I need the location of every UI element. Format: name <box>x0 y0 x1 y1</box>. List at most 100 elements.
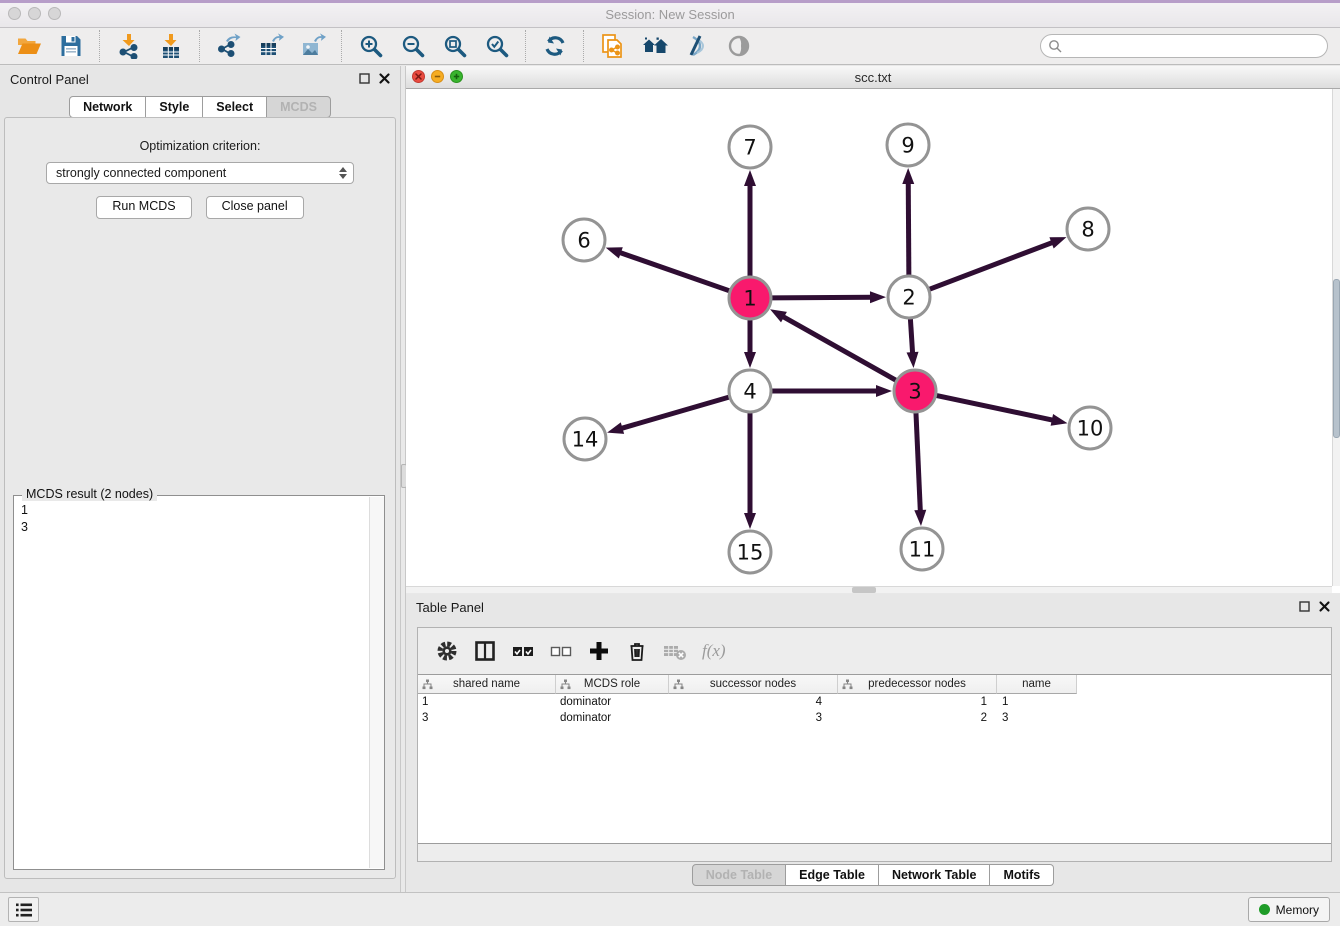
close-table-panel-icon[interactable] <box>1319 601 1330 612</box>
graph-node-label: 7 <box>743 136 756 160</box>
tab-style[interactable]: Style <box>146 96 203 118</box>
graph-edge-2-9[interactable] <box>908 181 909 276</box>
horizontal-scrollbar[interactable] <box>406 586 1332 593</box>
table-cell[interactable]: 3 <box>669 712 838 724</box>
toolbar-separator <box>583 30 585 62</box>
save-session-icon[interactable] <box>57 32 85 60</box>
task-history-button[interactable] <box>8 897 39 922</box>
close-panel-icon[interactable] <box>379 73 390 84</box>
criterion-dropdown[interactable]: strongly connected component <box>46 162 354 184</box>
table-cell[interactable]: 3 <box>418 712 556 724</box>
zoom-in-icon[interactable] <box>357 32 385 60</box>
table-panel: Table Panel <box>406 594 1340 890</box>
tab-mcds[interactable]: MCDS <box>267 96 331 118</box>
table-panel-title: Table Panel <box>416 600 484 615</box>
float-table-panel-icon[interactable] <box>1299 601 1310 612</box>
edge-arrowhead <box>870 291 886 303</box>
column-header-predecessor-nodes[interactable]: predecessor nodes <box>838 675 997 694</box>
search-input[interactable] <box>1067 38 1327 54</box>
close-panel-button[interactable]: Close panel <box>206 196 304 219</box>
edge-arrowhead <box>744 513 756 529</box>
vertical-scroll-thumb[interactable] <box>1333 279 1340 438</box>
export-network-icon[interactable] <box>215 32 243 60</box>
table-cell[interactable]: 1 <box>997 696 1077 708</box>
delete-column-icon[interactable] <box>622 636 652 666</box>
home-icon[interactable] <box>641 32 669 60</box>
column-label: predecessor nodes <box>838 678 996 690</box>
table-cell[interactable]: dominator <box>556 696 669 708</box>
result-scrollbar[interactable] <box>369 497 384 868</box>
run-mcds-button[interactable]: Run MCDS <box>96 196 191 219</box>
zoom-out-icon[interactable] <box>399 32 427 60</box>
app-title: Session: New Session <box>0 7 1340 22</box>
graph-edge-3-1[interactable] <box>781 316 896 381</box>
horizontal-scroll-thumb[interactable] <box>852 587 876 593</box>
edge-arrowhead <box>744 352 756 368</box>
graph-edge-3-10[interactable] <box>936 395 1055 420</box>
hide-eye-icon[interactable] <box>683 32 711 60</box>
float-panel-icon[interactable] <box>359 73 370 84</box>
table-cell[interactable]: 3 <box>997 712 1077 724</box>
table-cell[interactable]: 1 <box>418 696 556 708</box>
import-table-icon[interactable] <box>157 32 185 60</box>
gear-icon[interactable] <box>432 636 462 666</box>
table-row[interactable]: 3dominator323 <box>418 710 1331 726</box>
tab-motifs[interactable]: Motifs <box>990 864 1054 886</box>
edge-arrowhead <box>770 309 787 322</box>
graph-edge-1-2[interactable] <box>771 297 873 298</box>
node-table[interactable]: shared nameMCDS rolesuccessor nodesprede… <box>418 674 1331 844</box>
network-window-titlebar[interactable]: scc.txt <box>406 66 1340 89</box>
import-network-icon[interactable] <box>115 32 143 60</box>
column-header-mcds-role[interactable]: MCDS role <box>556 675 669 694</box>
add-column-icon[interactable] <box>584 636 614 666</box>
open-session-icon[interactable] <box>15 32 43 60</box>
graph-edge-4-14[interactable] <box>620 397 730 429</box>
graph-node-label: 10 <box>1077 417 1104 441</box>
graph-node-label: 6 <box>577 229 590 253</box>
table-cell[interactable]: 2 <box>838 712 997 724</box>
graph-edge-1-6[interactable] <box>618 252 730 291</box>
control-panel-title: Control Panel <box>10 72 89 87</box>
eye-icon[interactable] <box>725 32 753 60</box>
refresh-icon[interactable] <box>541 32 569 60</box>
toolbar-separator <box>199 30 201 62</box>
graph-edge-2-8[interactable] <box>929 242 1055 290</box>
column-header-name[interactable]: name <box>997 675 1077 694</box>
graph-edge-3-11[interactable] <box>916 412 920 513</box>
column-header-shared-name[interactable]: shared name <box>418 675 556 694</box>
tab-node-table[interactable]: Node Table <box>692 864 786 886</box>
list-icon <box>15 902 33 918</box>
function-builder-icon[interactable]: f(x) <box>702 636 726 666</box>
tab-select[interactable]: Select <box>203 96 267 118</box>
graph-node-label: 8 <box>1081 218 1094 242</box>
zoom-fit-icon[interactable] <box>441 32 469 60</box>
tab-network[interactable]: Network <box>69 96 146 118</box>
tab-network-table[interactable]: Network Table <box>879 864 991 886</box>
control-panel-tabs: NetworkStyleSelectMCDS <box>0 96 400 118</box>
delete-table-icon[interactable] <box>660 636 690 666</box>
export-table-icon[interactable] <box>257 32 285 60</box>
document-network-icon[interactable] <box>599 32 627 60</box>
graph-node-label: 9 <box>901 134 914 158</box>
columns-icon[interactable] <box>470 636 500 666</box>
search-box[interactable] <box>1040 34 1328 58</box>
toolbar-separator <box>341 30 343 62</box>
tab-edge-table[interactable]: Edge Table <box>786 864 879 886</box>
table-row[interactable]: 1dominator411 <box>418 694 1331 710</box>
select-all-icon[interactable] <box>508 636 538 666</box>
table-cell[interactable]: 4 <box>669 696 838 708</box>
edge-arrowhead <box>876 385 892 397</box>
export-image-icon[interactable] <box>299 32 327 60</box>
edge-arrowhead <box>607 422 624 434</box>
network-canvas[interactable]: 7968124314101511 <box>406 89 1340 593</box>
table-cell[interactable]: 1 <box>838 696 997 708</box>
column-label: shared name <box>418 678 555 690</box>
unselect-all-icon[interactable] <box>546 636 576 666</box>
edge-arrowhead <box>606 247 623 258</box>
graph-edge-2-3[interactable] <box>910 318 912 355</box>
table-cell[interactable]: dominator <box>556 712 669 724</box>
zoom-selected-icon[interactable] <box>483 32 511 60</box>
vertical-scrollbar[interactable] <box>1332 89 1340 586</box>
column-header-successor-nodes[interactable]: successor nodes <box>669 675 838 694</box>
memory-button[interactable]: Memory <box>1248 897 1330 922</box>
